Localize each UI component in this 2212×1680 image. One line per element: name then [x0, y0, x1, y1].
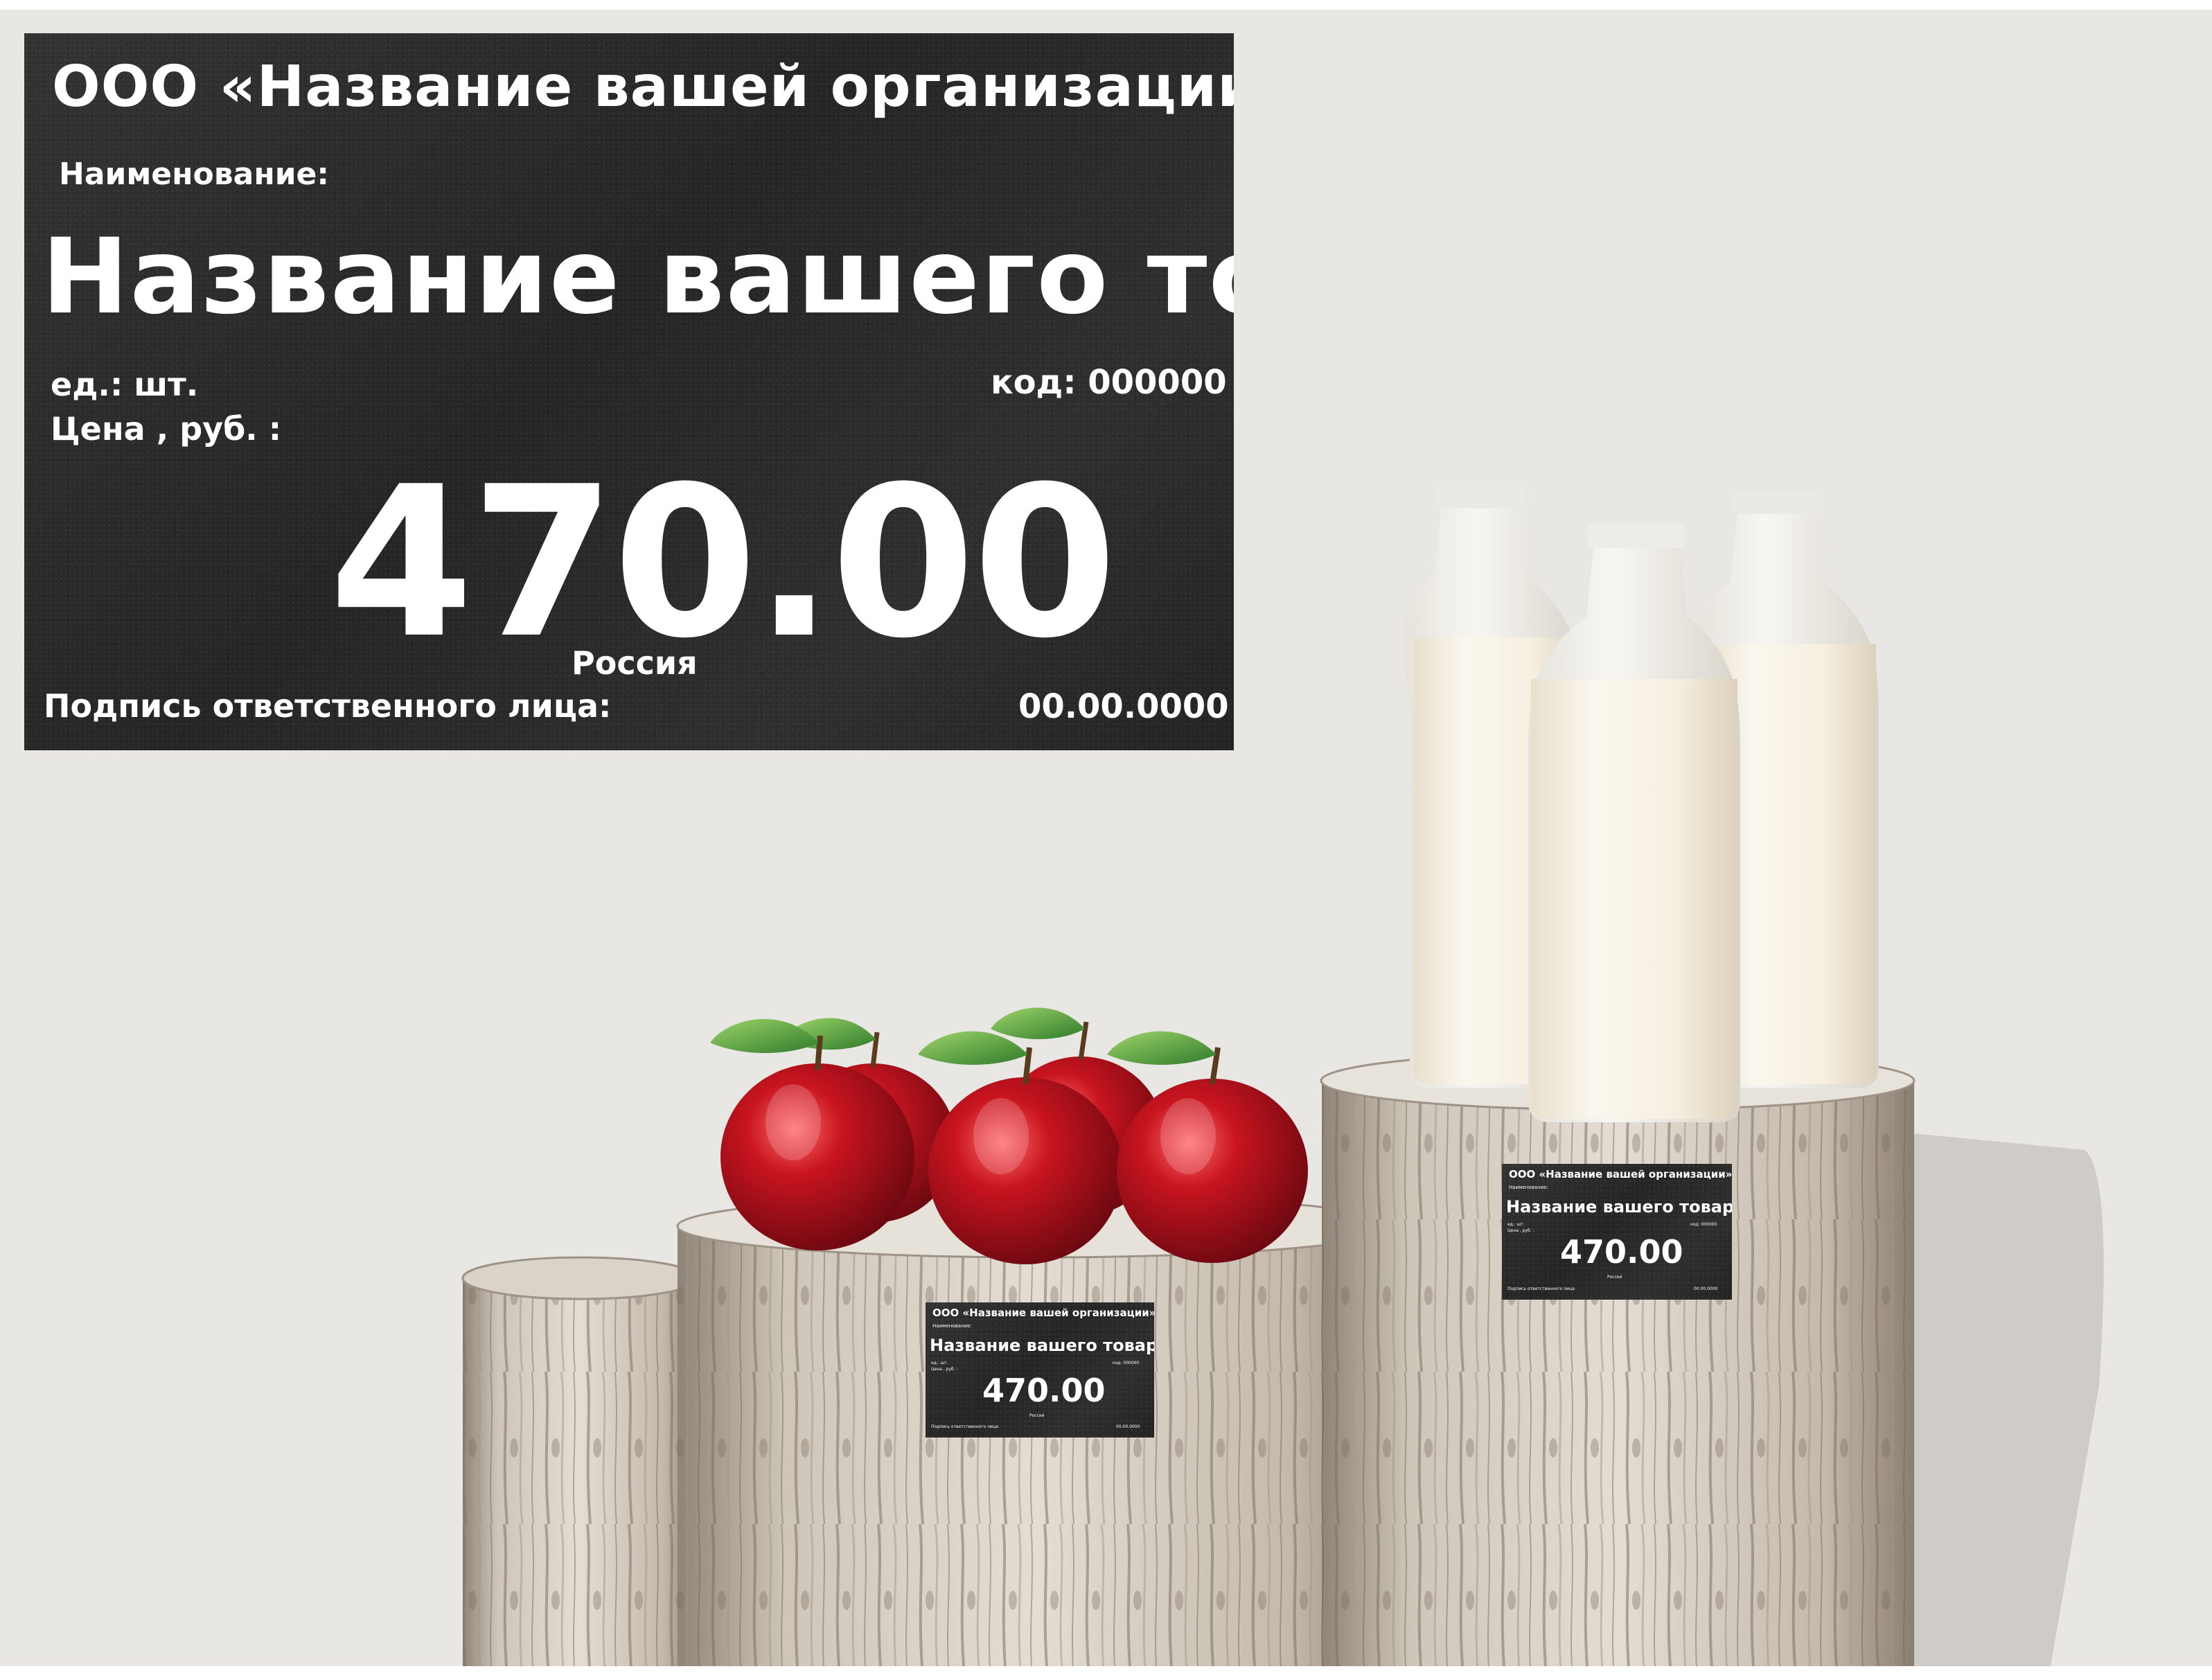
- tall-stump: [1320, 1050, 1915, 1666]
- date-value: 00.00.0000: [1018, 687, 1229, 726]
- unit-label: ед.: шт.: [51, 366, 199, 403]
- unit-label: ед.: шт.: [1507, 1222, 1525, 1227]
- price-tag-milk: ООО «Название вашей организации» Наимено…: [1502, 1164, 1732, 1300]
- price-value: 470.00: [982, 1372, 1106, 1409]
- country-of-origin: Россия: [572, 644, 698, 682]
- bottom-border: [0, 1666, 2212, 1680]
- milk-bottles: [1404, 485, 1879, 1122]
- organization-name: ООО «Название вашей организации»: [1509, 1168, 1732, 1181]
- price-label: Цена , руб. :: [931, 1367, 958, 1372]
- price-value: 470.00: [329, 442, 1117, 684]
- price-tag-apples: ООО «Название вашей организации» Наимено…: [926, 1302, 1154, 1438]
- product-code: код: 000000: [1113, 1361, 1140, 1365]
- product-code: код: 000000: [991, 363, 1227, 402]
- name-label: Наименование:: [1509, 1185, 1548, 1190]
- organization-name: ООО «Название вашей организации»: [932, 1307, 1154, 1319]
- name-label: Наименование:: [59, 157, 329, 192]
- price-tag-large: ООО «Название вашей организации» Наимено…: [24, 33, 1234, 750]
- product-name: Название вашего товара: [1506, 1197, 1732, 1217]
- price-value: 470.00: [1560, 1233, 1683, 1271]
- product-code: код: 000000: [1690, 1222, 1717, 1227]
- signature-label: Подпись ответственного лица:: [931, 1424, 1000, 1429]
- date-value: 00.00.0000: [1116, 1424, 1140, 1429]
- country-of-origin: Россия: [1029, 1413, 1045, 1418]
- signature-label: Подпись ответственного лица:: [44, 687, 612, 725]
- signature-label: Подпись ответственного лица:: [1507, 1286, 1576, 1291]
- price-label: Цена , руб. :: [51, 410, 282, 448]
- organization-name: ООО «Название вашей организации»: [52, 54, 1234, 120]
- unit-label: ед.: шт.: [931, 1361, 948, 1365]
- date-value: 00.00.0000: [1694, 1286, 1718, 1291]
- product-name: Название вашего товара: [42, 217, 1234, 337]
- apples: [710, 1007, 1308, 1264]
- name-label: Наименование:: [932, 1323, 972, 1329]
- country-of-origin: Россия: [1607, 1275, 1622, 1280]
- price-label: Цена , руб. :: [1507, 1228, 1534, 1233]
- product-name: Название вашего товара: [930, 1336, 1154, 1355]
- small-stump: [461, 1256, 700, 1666]
